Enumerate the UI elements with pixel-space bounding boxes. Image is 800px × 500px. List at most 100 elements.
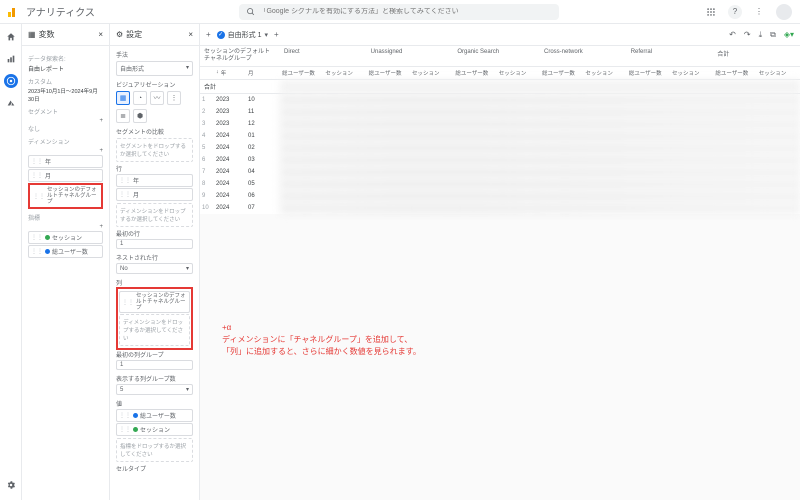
nav-rail <box>0 24 22 500</box>
col-channel-group[interactable]: ⋮⋮セッションのデフォルトチャネルグループ <box>119 291 190 313</box>
viz-scatter-icon[interactable]: ⋮ <box>167 91 181 105</box>
ch-total: 合計 <box>713 46 800 66</box>
colper-input[interactable]: 5▾ <box>116 384 193 395</box>
val-sessions[interactable]: ⋮⋮セッション <box>116 423 193 436</box>
close-variables-icon[interactable]: × <box>98 30 103 39</box>
add-tab-icon[interactable]: + <box>274 30 279 39</box>
table-row[interactable]: 3202312 <box>200 118 800 130</box>
nav-admin-icon[interactable] <box>4 478 18 492</box>
nav-reports-icon[interactable] <box>4 52 18 66</box>
annotation-text: +α ディメンションに「チャネルグループ」を追加して、 「列」に追加すると、さら… <box>222 322 421 358</box>
table-row[interactable]: 2202311 <box>200 106 800 118</box>
table-row[interactable]: 5202402 <box>200 142 800 154</box>
table-row[interactable]: 8202405 <box>200 178 800 190</box>
dim-month[interactable]: ⋮⋮月 <box>28 169 103 182</box>
add-left-icon[interactable]: + <box>206 30 211 39</box>
nav-explore-icon[interactable] <box>4 74 18 88</box>
technique-select[interactable]: 自由形式 ▾ <box>116 61 193 76</box>
download-icon[interactable]: ⤓ <box>759 30 763 40</box>
table-row[interactable]: 1202310 <box>200 94 800 106</box>
viz-line-icon[interactable]: 〰 <box>150 91 164 105</box>
row-year[interactable]: ⋮⋮年 <box>116 174 193 187</box>
metrics-label: 指標 <box>28 213 103 222</box>
report-name[interactable]: 自由レポート <box>28 64 103 73</box>
dim-year[interactable]: ⋮⋮年 <box>28 155 103 168</box>
cols-label: 列 <box>116 278 193 287</box>
table-row[interactable]: 6202403 <box>200 154 800 166</box>
date-range[interactable]: 2023年10月1日〜2024年9月30日 <box>28 87 103 103</box>
colgrp-label: 最初の列グループ <box>116 350 193 359</box>
dimensions-label: ディメンション <box>28 137 103 146</box>
row-month[interactable]: ⋮⋮月 <box>116 188 193 201</box>
start-row-label: 最初の行 <box>116 229 193 238</box>
table-row[interactable]: 4202401 <box>200 130 800 142</box>
metric-sessions[interactable]: ⋮⋮セッション <box>28 231 103 244</box>
technique-label: 手法 <box>116 50 193 59</box>
values-drop[interactable]: 指標をドロップするか選択してください <box>116 438 193 462</box>
row-drop[interactable]: ディメンションをドロップするか選択してください <box>116 203 193 227</box>
share-icon[interactable]: ⧉ <box>770 30 776 40</box>
highlighted-dimension-box: ⋮⋮セッションのデフォルトチャネルグループ <box>28 183 103 209</box>
nav-home-icon[interactable] <box>4 30 18 44</box>
val-users[interactable]: ⋮⋮総ユーザー数 <box>116 409 193 422</box>
help-icon[interactable]: ? <box>728 5 742 19</box>
explore-table: セッションのデフォルトチャネルグループ Direct Unassigned Or… <box>200 46 800 214</box>
metric-users[interactable]: ⋮⋮総ユーザー数 <box>28 245 103 258</box>
table-row[interactable]: 9202406 <box>200 190 800 202</box>
add-segment-icon[interactable]: + <box>99 118 103 124</box>
colper-label: 表示する列グループ数 <box>116 374 193 383</box>
redo-icon[interactable]: ↷ <box>744 30 751 39</box>
canvas-tabs: + ✓ 自由形式 1 ▾ + ↶ ↷ ⤓ ⧉ ◈▾ <box>200 24 800 46</box>
viz-table-icon[interactable]: ▦ <box>116 91 130 105</box>
search-input[interactable] <box>259 8 553 15</box>
add-metric-icon[interactable]: + <box>99 224 103 230</box>
close-settings-icon[interactable]: × <box>188 30 193 39</box>
ch-cross: Cross-network <box>540 46 627 66</box>
segment-none: なし <box>28 124 103 133</box>
variables-title: 変数 <box>39 29 55 40</box>
start-row-input[interactable]: 1 <box>116 239 193 249</box>
tab-dropdown-icon[interactable]: ▾ <box>265 31 269 39</box>
date-custom-label: カスタム <box>28 77 103 86</box>
sample-icon[interactable]: ◈▾ <box>784 30 794 39</box>
dim-channel-group[interactable]: ⋮⋮セッションのデフォルトチャネルグループ <box>31 186 100 206</box>
report-name-label: データ探索名: <box>28 54 103 63</box>
segment-label: セグメント <box>28 107 103 116</box>
col-drop[interactable]: ディメンションをドロップするか選択してください <box>119 314 190 346</box>
ch-referral: Referral <box>627 46 714 66</box>
ch-organic: Organic Search <box>453 46 540 66</box>
add-dimension-icon[interactable]: + <box>99 148 103 154</box>
product-name: アナリティクス <box>26 4 95 19</box>
highlighted-cols-box: ⋮⋮セッションのデフォルトチャネルグループ ディメンションをドロップするか選択し… <box>116 287 193 350</box>
top-bar: アナリティクス ? ⋮ <box>0 0 800 24</box>
settings-icon: ⚙ <box>116 30 123 39</box>
settings-title: 設定 <box>126 29 142 40</box>
cell-label: セルタイプ <box>116 464 193 473</box>
more-icon[interactable]: ⋮ <box>752 5 766 19</box>
segcomp-label: セグメントの比較 <box>116 127 193 136</box>
colgrp-input[interactable]: 1 <box>116 360 193 370</box>
table-row[interactable]: 10202407 <box>200 202 800 214</box>
viz-geo-icon[interactable]: ⬢ <box>133 109 147 123</box>
ga-logo-icon <box>8 7 18 17</box>
ch-unassigned: Unassigned <box>367 46 454 66</box>
apps-icon[interactable] <box>704 5 718 19</box>
rows-label: 行 <box>116 164 193 173</box>
tab-freeform[interactable]: ✓ 自由形式 1 ▾ <box>217 30 268 40</box>
undo-icon[interactable]: ↶ <box>729 30 736 39</box>
nested-label: ネストされた行 <box>116 253 193 262</box>
search-icon <box>245 7 255 17</box>
search-box[interactable] <box>239 4 559 20</box>
table-row[interactable]: 7202404 <box>200 166 800 178</box>
nested-select[interactable]: No▾ <box>116 263 193 274</box>
viz-bar-icon[interactable]: ≣ <box>116 109 130 123</box>
nav-ads-icon[interactable] <box>4 96 18 110</box>
variables-pane: ▦変数 × データ探索名: 自由レポート カスタム 2023年10月1日〜202… <box>22 24 110 500</box>
totals-row: 合計 <box>200 80 800 94</box>
variables-icon: ▦ <box>28 30 36 39</box>
settings-pane: ⚙設定 × 手法 自由形式 ▾ ビジュアリゼーション ▦ ◔ 〰 ⋮ ≣ ⬢ セ… <box>110 24 200 500</box>
viz-donut-icon[interactable]: ◔ <box>133 91 147 105</box>
segment-drop[interactable]: セグメントをドロップするか選択してください <box>116 138 193 162</box>
viz-label: ビジュアリゼーション <box>116 80 193 89</box>
avatar[interactable] <box>776 4 792 20</box>
